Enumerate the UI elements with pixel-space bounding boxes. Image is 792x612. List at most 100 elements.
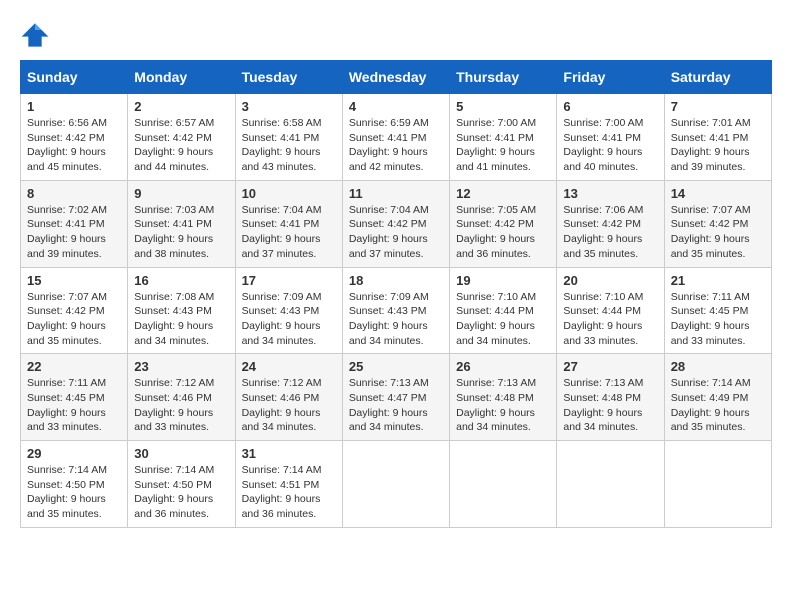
calendar-week-row: 8 Sunrise: 7:02 AMSunset: 4:41 PMDayligh…	[21, 180, 772, 267]
day-number: 26	[456, 359, 550, 374]
calendar-cell: 6 Sunrise: 7:00 AMSunset: 4:41 PMDayligh…	[557, 94, 664, 181]
day-number: 7	[671, 99, 765, 114]
day-number: 17	[242, 273, 336, 288]
calendar-cell: 16 Sunrise: 7:08 AMSunset: 4:43 PMDaylig…	[128, 267, 235, 354]
calendar-cell: 5 Sunrise: 7:00 AMSunset: 4:41 PMDayligh…	[450, 94, 557, 181]
cell-details: Sunrise: 7:10 AMSunset: 4:44 PMDaylight:…	[563, 291, 643, 347]
cell-details: Sunrise: 7:14 AMSunset: 4:50 PMDaylight:…	[27, 464, 107, 520]
logo	[20, 20, 54, 50]
calendar-cell: 19 Sunrise: 7:10 AMSunset: 4:44 PMDaylig…	[450, 267, 557, 354]
calendar-week-row: 15 Sunrise: 7:07 AMSunset: 4:42 PMDaylig…	[21, 267, 772, 354]
day-number: 25	[349, 359, 443, 374]
calendar-cell: 20 Sunrise: 7:10 AMSunset: 4:44 PMDaylig…	[557, 267, 664, 354]
cell-details: Sunrise: 7:02 AMSunset: 4:41 PMDaylight:…	[27, 204, 107, 260]
cell-details: Sunrise: 7:00 AMSunset: 4:41 PMDaylight:…	[563, 117, 643, 173]
day-number: 1	[27, 99, 121, 114]
weekday-header: Saturday	[664, 61, 771, 94]
calendar-cell: 30 Sunrise: 7:14 AMSunset: 4:50 PMDaylig…	[128, 441, 235, 528]
cell-details: Sunrise: 7:06 AMSunset: 4:42 PMDaylight:…	[563, 204, 643, 260]
calendar-cell: 21 Sunrise: 7:11 AMSunset: 4:45 PMDaylig…	[664, 267, 771, 354]
page-header	[20, 20, 772, 50]
empty-cell	[342, 441, 449, 528]
day-number: 21	[671, 273, 765, 288]
calendar-week-row: 22 Sunrise: 7:11 AMSunset: 4:45 PMDaylig…	[21, 354, 772, 441]
cell-details: Sunrise: 7:01 AMSunset: 4:41 PMDaylight:…	[671, 117, 751, 173]
day-number: 3	[242, 99, 336, 114]
day-number: 12	[456, 186, 550, 201]
day-number: 24	[242, 359, 336, 374]
cell-details: Sunrise: 7:14 AMSunset: 4:50 PMDaylight:…	[134, 464, 214, 520]
weekday-header: Thursday	[450, 61, 557, 94]
cell-details: Sunrise: 7:07 AMSunset: 4:42 PMDaylight:…	[671, 204, 751, 260]
cell-details: Sunrise: 7:13 AMSunset: 4:48 PMDaylight:…	[563, 377, 643, 433]
cell-details: Sunrise: 7:05 AMSunset: 4:42 PMDaylight:…	[456, 204, 536, 260]
cell-details: Sunrise: 6:59 AMSunset: 4:41 PMDaylight:…	[349, 117, 429, 173]
empty-cell	[557, 441, 664, 528]
day-number: 20	[563, 273, 657, 288]
day-number: 10	[242, 186, 336, 201]
day-number: 27	[563, 359, 657, 374]
cell-details: Sunrise: 6:58 AMSunset: 4:41 PMDaylight:…	[242, 117, 322, 173]
day-number: 18	[349, 273, 443, 288]
weekday-header: Tuesday	[235, 61, 342, 94]
day-number: 23	[134, 359, 228, 374]
day-number: 22	[27, 359, 121, 374]
calendar-cell: 4 Sunrise: 6:59 AMSunset: 4:41 PMDayligh…	[342, 94, 449, 181]
calendar-cell: 24 Sunrise: 7:12 AMSunset: 4:46 PMDaylig…	[235, 354, 342, 441]
day-number: 16	[134, 273, 228, 288]
cell-details: Sunrise: 7:07 AMSunset: 4:42 PMDaylight:…	[27, 291, 107, 347]
calendar-cell: 12 Sunrise: 7:05 AMSunset: 4:42 PMDaylig…	[450, 180, 557, 267]
calendar-cell: 27 Sunrise: 7:13 AMSunset: 4:48 PMDaylig…	[557, 354, 664, 441]
day-number: 9	[134, 186, 228, 201]
weekday-header: Wednesday	[342, 61, 449, 94]
cell-details: Sunrise: 7:14 AMSunset: 4:51 PMDaylight:…	[242, 464, 322, 520]
calendar-cell: 11 Sunrise: 7:04 AMSunset: 4:42 PMDaylig…	[342, 180, 449, 267]
day-number: 8	[27, 186, 121, 201]
day-number: 14	[671, 186, 765, 201]
day-number: 15	[27, 273, 121, 288]
weekday-header: Monday	[128, 61, 235, 94]
cell-details: Sunrise: 7:13 AMSunset: 4:48 PMDaylight:…	[456, 377, 536, 433]
cell-details: Sunrise: 7:00 AMSunset: 4:41 PMDaylight:…	[456, 117, 536, 173]
calendar-cell: 25 Sunrise: 7:13 AMSunset: 4:47 PMDaylig…	[342, 354, 449, 441]
calendar-cell: 13 Sunrise: 7:06 AMSunset: 4:42 PMDaylig…	[557, 180, 664, 267]
day-number: 11	[349, 186, 443, 201]
cell-details: Sunrise: 7:04 AMSunset: 4:42 PMDaylight:…	[349, 204, 429, 260]
calendar-cell: 29 Sunrise: 7:14 AMSunset: 4:50 PMDaylig…	[21, 441, 128, 528]
calendar-cell: 1 Sunrise: 6:56 AMSunset: 4:42 PMDayligh…	[21, 94, 128, 181]
cell-details: Sunrise: 7:09 AMSunset: 4:43 PMDaylight:…	[242, 291, 322, 347]
day-number: 13	[563, 186, 657, 201]
weekday-header: Friday	[557, 61, 664, 94]
calendar-cell: 9 Sunrise: 7:03 AMSunset: 4:41 PMDayligh…	[128, 180, 235, 267]
day-number: 28	[671, 359, 765, 374]
cell-details: Sunrise: 7:08 AMSunset: 4:43 PMDaylight:…	[134, 291, 214, 347]
cell-details: Sunrise: 6:57 AMSunset: 4:42 PMDaylight:…	[134, 117, 214, 173]
day-number: 2	[134, 99, 228, 114]
cell-details: Sunrise: 7:11 AMSunset: 4:45 PMDaylight:…	[671, 291, 750, 347]
day-number: 5	[456, 99, 550, 114]
day-number: 30	[134, 446, 228, 461]
calendar-cell: 7 Sunrise: 7:01 AMSunset: 4:41 PMDayligh…	[664, 94, 771, 181]
empty-cell	[664, 441, 771, 528]
weekday-header: Sunday	[21, 61, 128, 94]
calendar-cell: 31 Sunrise: 7:14 AMSunset: 4:51 PMDaylig…	[235, 441, 342, 528]
calendar-cell: 23 Sunrise: 7:12 AMSunset: 4:46 PMDaylig…	[128, 354, 235, 441]
calendar-cell: 3 Sunrise: 6:58 AMSunset: 4:41 PMDayligh…	[235, 94, 342, 181]
calendar-cell: 17 Sunrise: 7:09 AMSunset: 4:43 PMDaylig…	[235, 267, 342, 354]
calendar-cell: 15 Sunrise: 7:07 AMSunset: 4:42 PMDaylig…	[21, 267, 128, 354]
day-number: 19	[456, 273, 550, 288]
calendar-cell: 18 Sunrise: 7:09 AMSunset: 4:43 PMDaylig…	[342, 267, 449, 354]
calendar-cell: 10 Sunrise: 7:04 AMSunset: 4:41 PMDaylig…	[235, 180, 342, 267]
calendar-cell: 8 Sunrise: 7:02 AMSunset: 4:41 PMDayligh…	[21, 180, 128, 267]
cell-details: Sunrise: 7:14 AMSunset: 4:49 PMDaylight:…	[671, 377, 751, 433]
calendar-week-row: 29 Sunrise: 7:14 AMSunset: 4:50 PMDaylig…	[21, 441, 772, 528]
calendar-cell: 14 Sunrise: 7:07 AMSunset: 4:42 PMDaylig…	[664, 180, 771, 267]
cell-details: Sunrise: 6:56 AMSunset: 4:42 PMDaylight:…	[27, 117, 107, 173]
cell-details: Sunrise: 7:12 AMSunset: 4:46 PMDaylight:…	[242, 377, 322, 433]
day-number: 29	[27, 446, 121, 461]
calendar-table: SundayMondayTuesdayWednesdayThursdayFrid…	[20, 60, 772, 528]
cell-details: Sunrise: 7:12 AMSunset: 4:46 PMDaylight:…	[134, 377, 214, 433]
calendar-cell: 26 Sunrise: 7:13 AMSunset: 4:48 PMDaylig…	[450, 354, 557, 441]
cell-details: Sunrise: 7:09 AMSunset: 4:43 PMDaylight:…	[349, 291, 429, 347]
calendar-week-row: 1 Sunrise: 6:56 AMSunset: 4:42 PMDayligh…	[21, 94, 772, 181]
